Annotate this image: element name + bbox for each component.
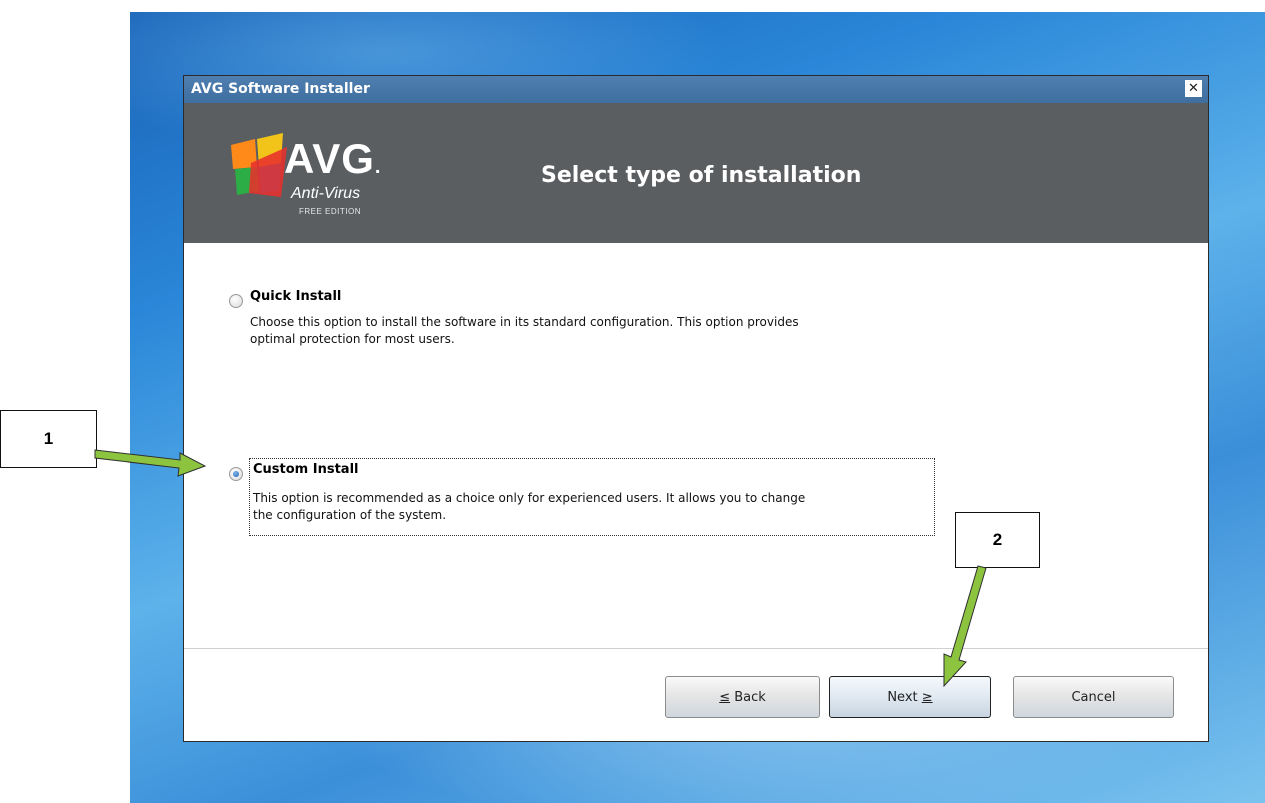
arrow-1-icon <box>94 449 207 477</box>
tutorial-arrows <box>94 449 987 688</box>
arrow-2-icon <box>943 565 987 688</box>
